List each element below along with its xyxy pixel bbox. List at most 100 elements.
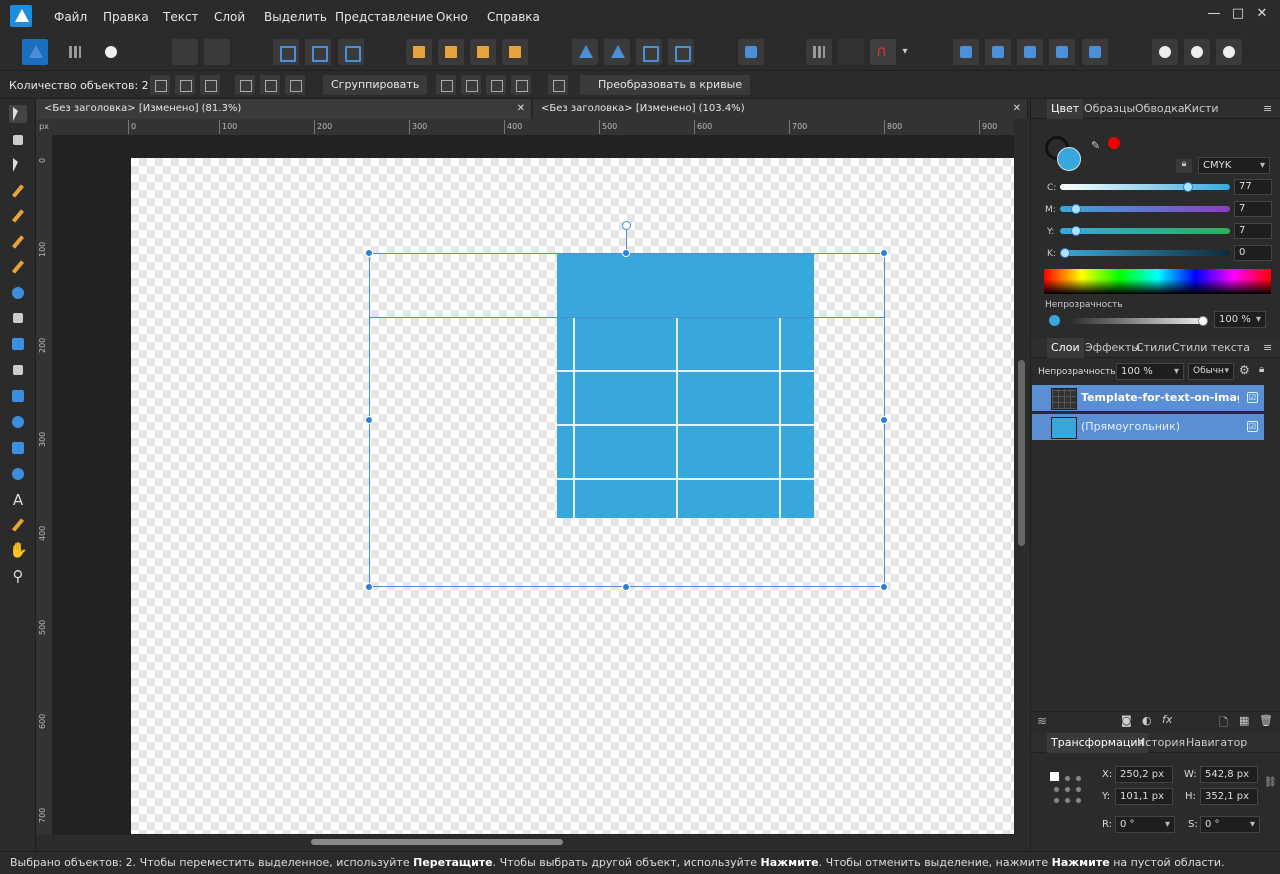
- boolean-intersect-icon[interactable]: [1017, 39, 1043, 65]
- slider-k-value[interactable]: 0: [1234, 245, 1272, 261]
- x-field[interactable]: 250,2 px: [1115, 766, 1173, 783]
- layer-item-template[interactable]: Template-for-text-on-image... ☑: [1032, 385, 1264, 412]
- tab-brushes[interactable]: Кисти: [1184, 99, 1219, 119]
- resize-handle-right[interactable]: [880, 416, 888, 424]
- resize-handle-top[interactable]: [622, 249, 630, 257]
- transform-mode-icon[interactable]: [305, 39, 331, 65]
- tab-swatches[interactable]: Образцы: [1084, 99, 1135, 119]
- slider-m-track[interactable]: [1060, 206, 1230, 212]
- snap-to-icon[interactable]: [511, 75, 531, 95]
- pen-tool-icon[interactable]: [9, 207, 27, 225]
- fx-icon[interactable]: fx: [1162, 713, 1172, 726]
- move-tool-icon[interactable]: [9, 105, 27, 123]
- slider-m-value[interactable]: 7: [1234, 201, 1272, 217]
- geometry-merge-icon[interactable]: [1152, 39, 1178, 65]
- group-button[interactable]: Сгруппировать: [323, 75, 428, 95]
- layer-settings-gear-icon[interactable]: ⚙: [1239, 363, 1250, 377]
- affinity-logo-icon[interactable]: [10, 5, 32, 27]
- tab-effects[interactable]: Эффекты: [1085, 338, 1140, 358]
- layer-opacity-select[interactable]: 100 %: [1116, 363, 1184, 380]
- tab-stroke[interactable]: Обводка: [1135, 99, 1185, 119]
- fill-color-well[interactable]: [1057, 147, 1081, 171]
- tab-styles[interactable]: Стили: [1136, 338, 1171, 358]
- rotate-icon[interactable]: [548, 75, 568, 95]
- resize-handle-bottom-left[interactable]: [365, 583, 373, 591]
- boolean-subtract-icon[interactable]: [985, 39, 1011, 65]
- place-image-tool-icon[interactable]: [9, 335, 27, 353]
- slider-m-knob[interactable]: [1071, 204, 1082, 214]
- tab-history[interactable]: История: [1137, 733, 1185, 753]
- geometry-pie-icon[interactable]: [1216, 39, 1242, 65]
- adjustment-icon[interactable]: ◐: [1142, 714, 1152, 727]
- tab-navigator[interactable]: Навигатор: [1186, 733, 1247, 753]
- color-mode-select[interactable]: CMYK: [1198, 157, 1270, 174]
- rotate-right-icon[interactable]: [668, 39, 694, 65]
- hand-tool-icon[interactable]: ✋: [9, 541, 28, 559]
- rotation-field[interactable]: 0 °: [1115, 816, 1175, 833]
- delete-layer-icon[interactable]: 🗑︎: [1259, 714, 1273, 727]
- slider-k-knob[interactable]: [1060, 248, 1070, 258]
- layers-stack-icon[interactable]: ≋: [1037, 714, 1047, 728]
- grid-icon[interactable]: [806, 39, 832, 65]
- blend-mode-select[interactable]: Обычн: [1188, 363, 1234, 380]
- move-back-one-icon[interactable]: [438, 39, 464, 65]
- brush-tool-icon[interactable]: [9, 258, 27, 276]
- opacity-slider-knob[interactable]: [1198, 316, 1208, 326]
- eyedropper-icon[interactable]: ✎: [1091, 139, 1101, 152]
- panel-menu-icon[interactable]: ≡: [1263, 338, 1272, 358]
- layer-visibility-checkbox[interactable]: ☑: [1247, 421, 1258, 432]
- color-spectrum[interactable]: [1044, 269, 1271, 294]
- select-all-icon[interactable]: [273, 39, 299, 65]
- menu-edit[interactable]: Правка: [103, 10, 149, 24]
- h-field[interactable]: 352,1 px: [1200, 788, 1258, 805]
- tab-text-styles[interactable]: Стили текста: [1172, 338, 1250, 358]
- pencil-tool-icon[interactable]: [9, 233, 27, 251]
- close-tab-icon[interactable]: ✕: [517, 99, 525, 119]
- snapping-magnet-icon[interactable]: ∩: [870, 39, 896, 65]
- assistant-icon[interactable]: [172, 39, 198, 65]
- zoom-tool-icon[interactable]: ⚲: [9, 567, 27, 585]
- geometry-combine-icon[interactable]: [1184, 39, 1210, 65]
- snapping-off-icon[interactable]: [204, 39, 230, 65]
- slider-y-track[interactable]: [1060, 228, 1230, 234]
- move-to-front-icon[interactable]: [502, 39, 528, 65]
- color-picker-tool-icon[interactable]: [9, 516, 27, 534]
- text-tool-icon[interactable]: A: [9, 491, 27, 509]
- pixel-persona-icon[interactable]: [62, 39, 88, 65]
- boolean-divide-icon[interactable]: [1082, 39, 1108, 65]
- transparency-tool-icon[interactable]: [9, 309, 27, 327]
- tab-color[interactable]: Цвет: [1047, 99, 1084, 119]
- menu-file[interactable]: Файл: [54, 10, 87, 24]
- distribute-icon[interactable]: [486, 75, 506, 95]
- align-center-icon[interactable]: [175, 75, 195, 95]
- rectangle-tool-icon[interactable]: [9, 387, 27, 405]
- layer-item-rectangle[interactable]: (Прямоугольник) ☑: [1032, 414, 1264, 441]
- maximize-icon[interactable]: □: [1230, 6, 1246, 22]
- tab-document-1[interactable]: <Без заголовка> [Изменено] (81.3%) ✕: [36, 99, 532, 119]
- tab-document-2[interactable]: <Без заголовка> [Изменено] (103.4%) ✕: [533, 99, 1028, 119]
- resize-handle-left[interactable]: [365, 416, 373, 424]
- slider-c-value[interactable]: 77: [1234, 179, 1272, 195]
- menu-view[interactable]: Представление: [335, 10, 433, 24]
- boolean-xor-icon[interactable]: [1049, 39, 1075, 65]
- resize-handle-top-left[interactable]: [365, 249, 373, 257]
- boolean-add-icon[interactable]: [953, 39, 979, 65]
- y-field[interactable]: 101,1 px: [1115, 788, 1173, 805]
- shear-field[interactable]: 0 °: [1200, 816, 1260, 833]
- ellipse-tool-icon[interactable]: [9, 413, 27, 431]
- rotation-handle[interactable]: [622, 221, 631, 230]
- resize-handle-bottom-right[interactable]: [880, 583, 888, 591]
- fill-tool-icon[interactable]: [9, 284, 27, 302]
- close-tab-icon[interactable]: ✕: [1013, 99, 1021, 119]
- move-to-back-icon[interactable]: [406, 39, 432, 65]
- menu-select[interactable]: Выделить: [264, 10, 327, 24]
- opacity-value-select[interactable]: 100 %: [1214, 311, 1266, 328]
- rotate-left-icon[interactable]: [636, 39, 662, 65]
- slider-y-value[interactable]: 7: [1234, 223, 1272, 239]
- layer-lock-icon[interactable]: 🔒︎: [1259, 364, 1264, 375]
- horizontal-scroll-thumb[interactable]: [311, 839, 563, 845]
- menu-layer[interactable]: Слой: [214, 10, 245, 24]
- align-bottom-icon[interactable]: [285, 75, 305, 95]
- lock-icon[interactable]: 🔒︎: [1176, 159, 1192, 173]
- view-eye-icon[interactable]: [461, 75, 481, 95]
